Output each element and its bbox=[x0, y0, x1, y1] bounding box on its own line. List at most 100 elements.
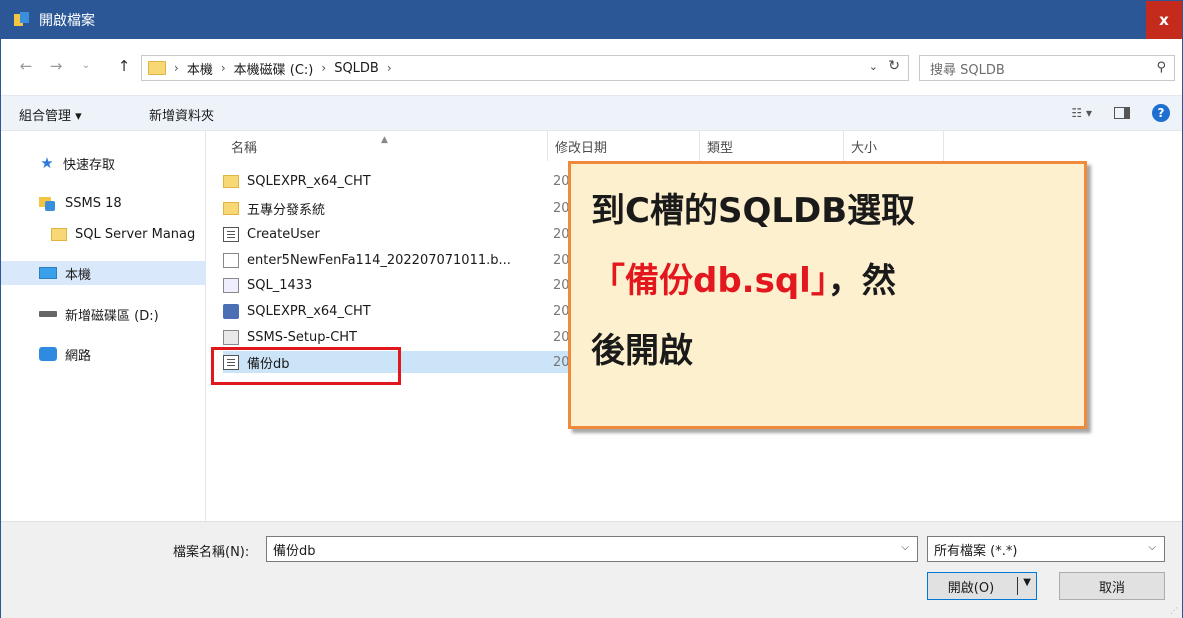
instruction-callout: 到C槽的SQLDB選取 「備份db.sql」，然 後開啟 bbox=[568, 161, 1087, 429]
callout-line-3: 後開啟 bbox=[591, 331, 693, 371]
folder-icon bbox=[223, 174, 239, 188]
view-options-icon[interactable]: ☷ ▾ bbox=[1071, 106, 1092, 120]
breadcrumb-drive-c[interactable]: 本機磁碟 (C:) bbox=[234, 59, 314, 78]
callout-filename: 「備份db.sql」 bbox=[591, 261, 828, 301]
title-bar: 開啟檔案 x bbox=[1, 1, 1182, 39]
open-file-dialog: 開啟檔案 x ← → ⌄ ↑ › 本機 › 本機磁碟 (C:) › SQLDB … bbox=[0, 0, 1183, 618]
folder-icon bbox=[51, 227, 67, 241]
nav-item-quick-access[interactable]: ★ 快速存取 bbox=[1, 151, 206, 175]
column-divider[interactable] bbox=[843, 131, 844, 161]
breadcrumb-this-pc[interactable]: 本機 bbox=[187, 59, 213, 78]
app-icon bbox=[13, 11, 31, 29]
document-icon bbox=[223, 226, 239, 242]
nav-item-ssms[interactable]: SSMS 18 bbox=[1, 191, 206, 215]
column-divider[interactable] bbox=[943, 131, 944, 161]
back-arrow-icon[interactable]: ← bbox=[17, 57, 35, 75]
network-icon bbox=[39, 347, 57, 361]
column-divider[interactable] bbox=[547, 131, 548, 161]
computer-icon bbox=[39, 267, 57, 279]
column-header-name[interactable]: 名稱 bbox=[231, 137, 257, 156]
file-name: SQLEXPR_x64_CHT bbox=[247, 303, 371, 319]
breadcrumb-sqldb[interactable]: SQLDB bbox=[334, 61, 379, 76]
up-arrow-icon[interactable]: ↑ bbox=[115, 57, 133, 75]
caret-down-icon[interactable]: ▼ bbox=[1023, 577, 1031, 588]
file-name: CreateUser bbox=[247, 226, 320, 242]
setup-icon bbox=[223, 329, 239, 345]
file-row[interactable]: SQL_1433 20 bbox=[223, 274, 597, 296]
nav-item-sql-server[interactable]: SQL Server Manag bbox=[1, 222, 206, 246]
column-divider[interactable] bbox=[699, 131, 700, 161]
nav-item-label: 快速存取 bbox=[63, 157, 116, 173]
new-folder-button[interactable]: 新增資料夾 bbox=[149, 105, 214, 124]
file-row[interactable]: SQLEXPR_x64_CHT 20 bbox=[223, 300, 597, 322]
resize-grip-icon[interactable]: ⋰ bbox=[1170, 606, 1180, 616]
cancel-button[interactable]: 取消 bbox=[1059, 572, 1165, 600]
chevron-right-icon: › bbox=[174, 61, 179, 75]
callout-line-2-tail: ，然 bbox=[827, 261, 896, 301]
bottom-bar: 檔案名稱(N): 備份db ⌵ 所有檔案 (*.*) ⌵ 開啟(O) ▼ 取消 … bbox=[1, 521, 1182, 618]
filename-label: 檔案名稱(N): bbox=[173, 545, 250, 560]
file-row[interactable]: 五專分發系統 20 bbox=[223, 197, 597, 219]
organize-button[interactable]: 組合管理 ▾ bbox=[19, 105, 82, 124]
chevron-right-icon: › bbox=[321, 61, 327, 75]
shortcut-icon bbox=[223, 277, 239, 293]
file-type-value: 所有檔案 (*.*) bbox=[934, 543, 1018, 559]
nav-item-label: 網路 bbox=[65, 348, 92, 364]
folder-icon bbox=[148, 61, 166, 75]
open-button[interactable]: 開啟(O) ▼ bbox=[927, 572, 1037, 600]
address-row: ← → ⌄ ↑ › 本機 › 本機磁碟 (C:) › SQLDB › ⌄ ↻ 搜… bbox=[1, 39, 1182, 95]
search-placeholder: 搜尋 SQLDB bbox=[930, 62, 1005, 78]
file-name: SSMS-Setup-CHT bbox=[247, 329, 357, 345]
nav-item-label: 本機 bbox=[65, 267, 92, 283]
preview-pane-icon[interactable] bbox=[1114, 107, 1130, 119]
nav-item-network[interactable]: 網路 bbox=[1, 342, 206, 366]
recent-dropdown-icon[interactable]: ⌄ bbox=[77, 57, 95, 75]
file-row[interactable]: SSMS-Setup-CHT 20 bbox=[223, 326, 597, 348]
installer-icon bbox=[223, 303, 239, 319]
file-row[interactable]: SQLEXPR_x64_CHT 20 bbox=[223, 170, 597, 192]
sort-ascending-icon: ▲ bbox=[381, 135, 388, 145]
chevron-down-icon[interactable]: ⌵ bbox=[901, 542, 909, 553]
callout-line-1: 到C槽的SQLDB選取 bbox=[591, 191, 916, 231]
file-name: 五專分發系統 bbox=[247, 202, 326, 218]
close-button[interactable]: x bbox=[1146, 1, 1182, 39]
file-row[interactable]: enter5NewFenFa114_202207071011.b... 20 bbox=[223, 249, 597, 271]
file-name: enter5NewFenFa114_202207071011.b... bbox=[247, 252, 511, 268]
column-header-size[interactable]: 大小 bbox=[851, 137, 877, 156]
open-button-label: 開啟(O) bbox=[947, 580, 995, 596]
drive-icon bbox=[39, 311, 57, 317]
split-divider bbox=[1017, 577, 1018, 595]
column-header-type[interactable]: 類型 bbox=[707, 137, 733, 156]
chevron-right-icon: › bbox=[220, 61, 226, 75]
filename-input[interactable]: 備份db ⌵ bbox=[266, 536, 918, 562]
navigation-pane: ★ 快速存取 SSMS 18 SQL Server Manag 本機 新增磁碟區… bbox=[1, 131, 206, 521]
refresh-icon[interactable]: ↻ bbox=[888, 58, 900, 74]
blank-file-icon bbox=[223, 252, 239, 268]
nav-item-this-pc[interactable]: 本機 bbox=[1, 261, 206, 285]
file-name: SQL_1433 bbox=[247, 277, 313, 293]
search-input[interactable]: 搜尋 SQLDB ⚲ bbox=[919, 55, 1175, 81]
filename-value: 備份db bbox=[273, 543, 316, 559]
window-title: 開啟檔案 bbox=[39, 13, 95, 29]
address-bar[interactable]: › 本機 › 本機磁碟 (C:) › SQLDB › ⌄ ↻ bbox=[141, 55, 909, 81]
file-row[interactable]: CreateUser 20 bbox=[223, 223, 597, 245]
nav-item-label: SSMS 18 bbox=[65, 195, 122, 211]
view-controls: ☷ ▾ ? bbox=[1071, 104, 1170, 122]
nav-item-label: SQL Server Manag bbox=[75, 226, 196, 242]
file-name: SQLEXPR_x64_CHT bbox=[247, 173, 371, 189]
ssms-icon bbox=[39, 195, 57, 211]
command-bar: 組合管理 ▾ 新增資料夾 ☷ ▾ ? bbox=[1, 95, 1182, 131]
help-icon[interactable]: ? bbox=[1152, 104, 1170, 122]
callout-line-2: 「備份db.sql」，然 bbox=[591, 246, 1064, 316]
search-icon[interactable]: ⚲ bbox=[1156, 60, 1166, 75]
star-icon: ★ bbox=[40, 154, 54, 172]
forward-arrow-icon[interactable]: → bbox=[47, 57, 65, 75]
chevron-right-icon: › bbox=[386, 61, 392, 75]
folder-icon bbox=[223, 201, 239, 215]
column-header-date[interactable]: 修改日期 bbox=[555, 137, 607, 156]
chevron-down-icon[interactable]: ⌵ bbox=[1148, 542, 1156, 553]
nav-item-drive-d[interactable]: 新增磁碟區 (D:) bbox=[1, 302, 206, 326]
chevron-down-icon[interactable]: ⌄ bbox=[869, 60, 878, 73]
file-type-select[interactable]: 所有檔案 (*.*) ⌵ bbox=[927, 536, 1165, 562]
nav-item-label: 新增磁碟區 (D:) bbox=[65, 308, 159, 324]
